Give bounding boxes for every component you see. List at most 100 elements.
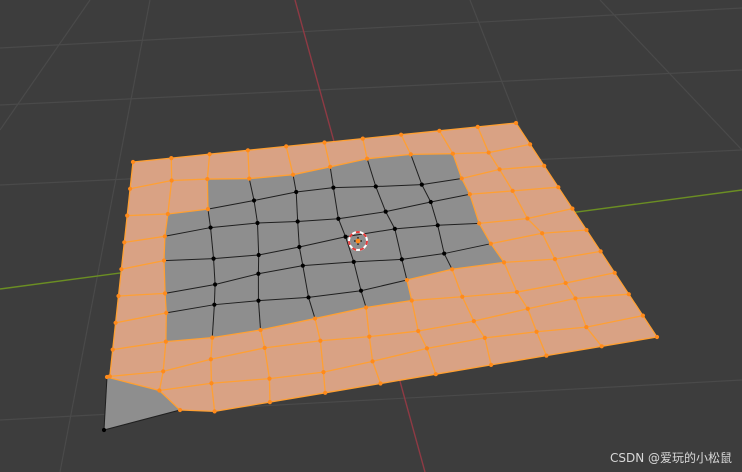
selected-edge[interactable] xyxy=(163,236,166,261)
unselected-vertex[interactable] xyxy=(351,259,356,264)
selected-vertex[interactable] xyxy=(482,335,487,341)
selected-vertex[interactable] xyxy=(584,325,589,330)
selected-vertex[interactable] xyxy=(365,156,370,161)
selected-edge[interactable] xyxy=(206,179,209,210)
selected-vertex[interactable] xyxy=(540,231,545,236)
selected-vertex[interactable] xyxy=(267,376,272,381)
selected-vertex[interactable] xyxy=(378,381,383,386)
selected-vertex[interactable] xyxy=(450,151,456,156)
selected-vertex[interactable] xyxy=(584,227,589,233)
unselected-vertex[interactable] xyxy=(211,256,216,261)
selected-vertex[interactable] xyxy=(128,186,133,191)
selected-vertex[interactable] xyxy=(542,163,547,168)
selected-vertex[interactable] xyxy=(113,320,118,325)
selected-vertex[interactable] xyxy=(161,369,166,374)
unselected-vertex[interactable] xyxy=(399,257,404,262)
selected-vertex[interactable] xyxy=(544,353,549,358)
selected-vertex[interactable] xyxy=(318,338,323,343)
selected-vertex[interactable] xyxy=(404,277,410,283)
unselected-vertex[interactable] xyxy=(212,302,217,307)
3d-viewport[interactable] xyxy=(0,0,742,472)
unselected-vertex[interactable] xyxy=(392,226,397,231)
selected-vertex[interactable] xyxy=(626,292,631,297)
selected-vertex[interactable] xyxy=(563,280,568,286)
selected-vertex[interactable] xyxy=(433,372,438,377)
selected-edge[interactable] xyxy=(210,359,213,384)
selected-vertex[interactable] xyxy=(284,144,289,149)
selected-face[interactable] xyxy=(167,179,208,214)
unselected-vertex[interactable] xyxy=(442,251,447,256)
selected-vertex[interactable] xyxy=(125,213,130,218)
selected-vertex[interactable] xyxy=(534,329,539,334)
selected-vertex[interactable] xyxy=(328,164,333,169)
selected-vertex[interactable] xyxy=(513,120,519,126)
selected-vertex[interactable] xyxy=(573,296,578,301)
selected-vertex[interactable] xyxy=(501,260,507,265)
unselected-vertex[interactable] xyxy=(208,225,213,230)
selected-vertex[interactable] xyxy=(321,370,326,375)
selected-vertex[interactable] xyxy=(122,240,127,245)
selected-vertex[interactable] xyxy=(460,294,465,299)
selected-vertex[interactable] xyxy=(312,316,318,321)
selected-vertex[interactable] xyxy=(528,142,533,147)
unselected-vertex[interactable] xyxy=(336,216,341,221)
selected-edge[interactable] xyxy=(410,153,453,156)
selected-vertex[interactable] xyxy=(570,206,575,211)
unselected-vertex[interactable] xyxy=(251,198,257,203)
selected-vertex[interactable] xyxy=(258,327,263,333)
selected-vertex[interactable] xyxy=(477,221,482,226)
selected-vertex[interactable] xyxy=(471,319,476,324)
unselected-vertex[interactable] xyxy=(383,209,388,214)
unselected-vertex[interactable] xyxy=(358,288,364,293)
selected-vertex[interactable] xyxy=(262,345,267,351)
selected-vertex[interactable] xyxy=(612,270,617,275)
selected-vertex[interactable] xyxy=(450,267,455,272)
selected-vertex[interactable] xyxy=(437,128,442,133)
selected-vertex[interactable] xyxy=(367,334,372,339)
selected-vertex[interactable] xyxy=(598,249,603,254)
selected-vertex[interactable] xyxy=(525,216,530,221)
unselected-vertex[interactable] xyxy=(255,220,260,226)
selected-vertex[interactable] xyxy=(489,362,494,367)
selected-face[interactable] xyxy=(247,146,294,179)
selected-vertex[interactable] xyxy=(161,258,167,263)
selected-vertex[interactable] xyxy=(497,167,502,172)
selected-face[interactable] xyxy=(207,150,250,180)
unselected-vertex[interactable] xyxy=(297,244,302,250)
selected-vertex[interactable] xyxy=(104,374,110,380)
selected-vertex[interactable] xyxy=(363,305,369,310)
selected-vertex[interactable] xyxy=(459,176,464,181)
selected-vertex[interactable] xyxy=(486,150,491,155)
selected-vertex[interactable] xyxy=(510,188,515,193)
selected-vertex[interactable] xyxy=(408,152,413,157)
selected-vertex[interactable] xyxy=(165,211,170,217)
selected-vertex[interactable] xyxy=(488,241,493,246)
selected-vertex[interactable] xyxy=(552,256,558,262)
selected-vertex[interactable] xyxy=(164,310,169,315)
selected-vertex[interactable] xyxy=(640,313,646,318)
unselected-vertex[interactable] xyxy=(256,298,261,303)
selected-vertex[interactable] xyxy=(208,357,213,362)
selected-vertex[interactable] xyxy=(322,140,327,145)
selected-vertex[interactable] xyxy=(290,172,296,177)
unselected-vertex[interactable] xyxy=(256,252,261,258)
unselected-vertex[interactable] xyxy=(294,189,299,195)
selected-vertex[interactable] xyxy=(467,192,472,197)
unselected-vertex[interactable] xyxy=(343,234,348,239)
selected-vertex[interactable] xyxy=(323,390,328,395)
selected-vertex[interactable] xyxy=(209,381,214,386)
selected-vertex[interactable] xyxy=(514,289,520,295)
selected-vertex[interactable] xyxy=(599,344,604,349)
selected-vertex[interactable] xyxy=(162,234,167,239)
selected-vertex[interactable] xyxy=(163,339,168,344)
selected-vertex[interactable] xyxy=(210,335,215,340)
unselected-vertex[interactable] xyxy=(435,223,440,228)
unselected-face[interactable] xyxy=(296,187,339,222)
selected-vertex[interactable] xyxy=(267,400,272,405)
selected-vertex[interactable] xyxy=(475,124,480,129)
selected-vertex[interactable] xyxy=(205,207,211,212)
unselected-vertex[interactable] xyxy=(101,427,107,433)
selected-vertex[interactable] xyxy=(212,409,217,414)
unselected-vertex[interactable] xyxy=(300,263,305,268)
unselected-vertex[interactable] xyxy=(306,295,311,300)
